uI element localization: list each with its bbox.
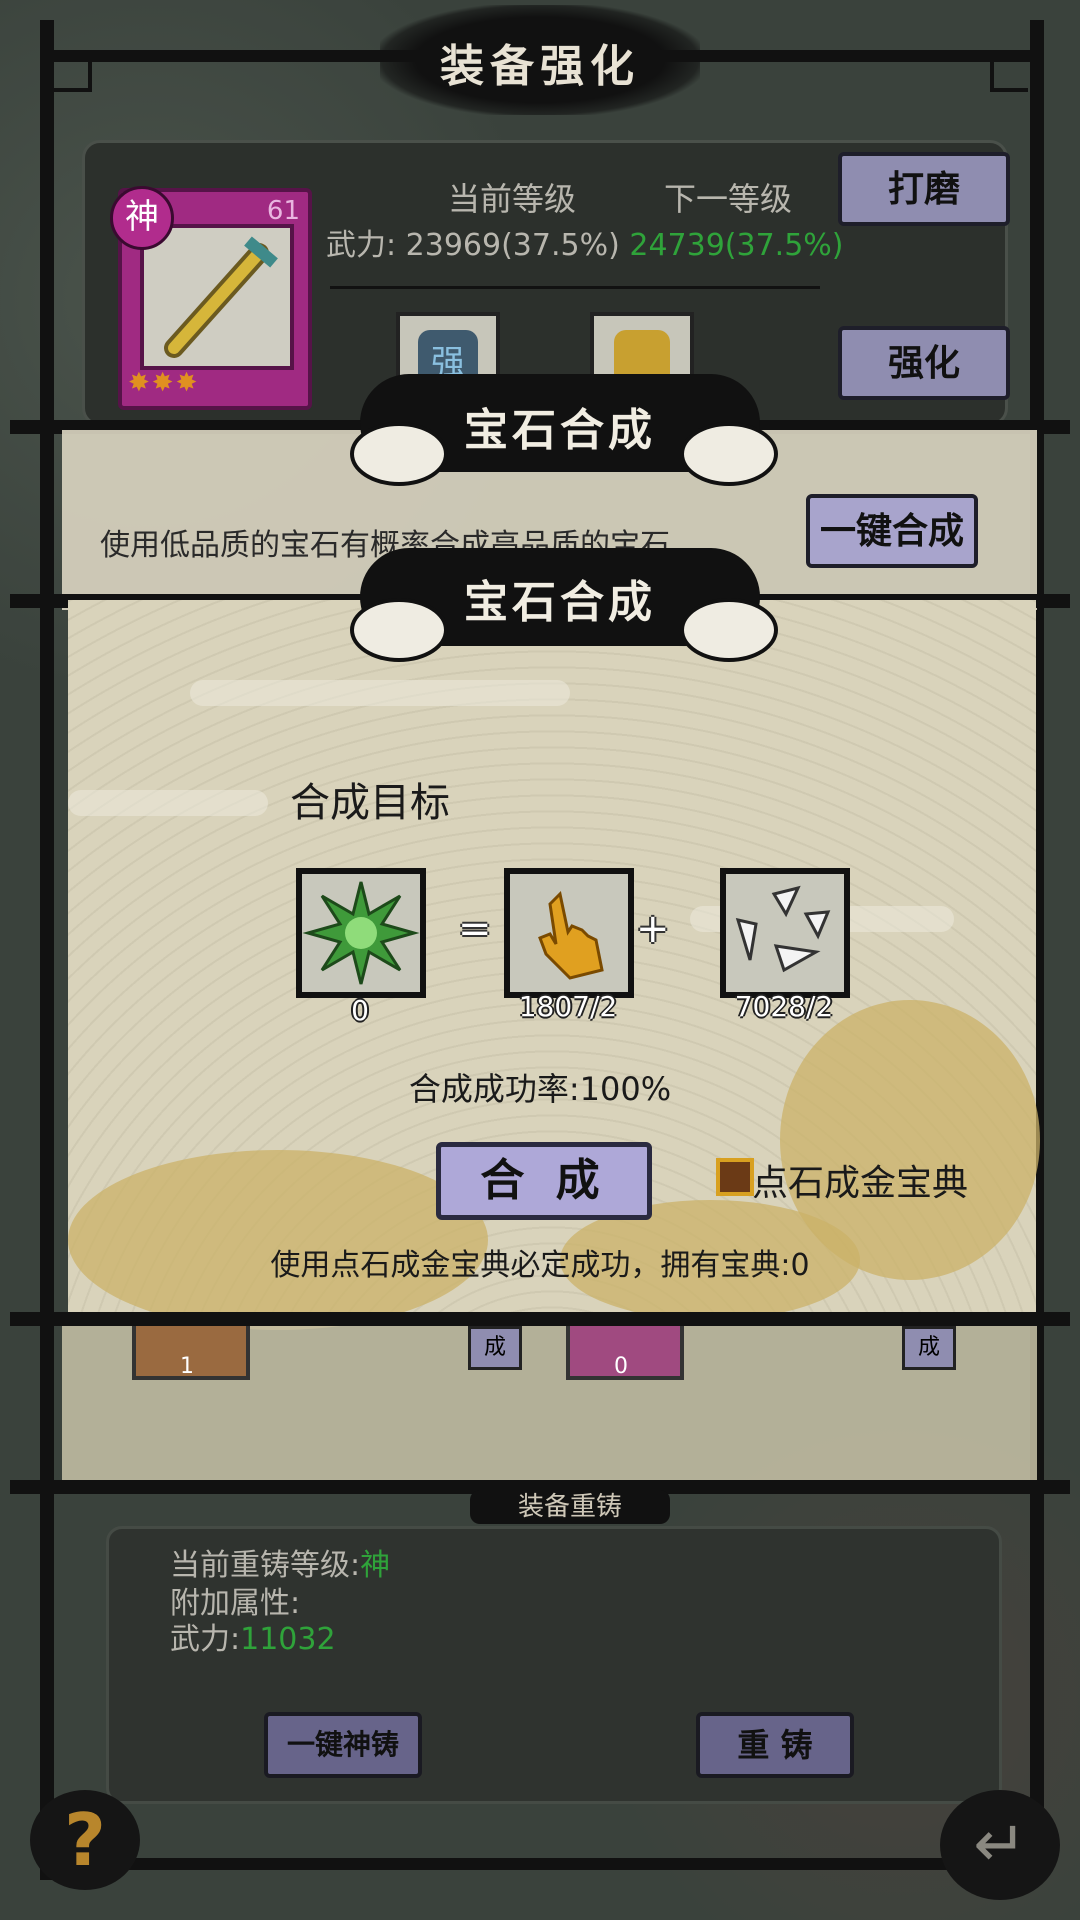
equipment-image xyxy=(140,224,294,370)
recast-header: 装备重铸 xyxy=(470,1490,670,1524)
back-icon[interactable]: ↵ xyxy=(940,1790,1060,1900)
material-1-count: 1807/2 xyxy=(518,990,618,1023)
compose-target-label: 合成目标 xyxy=(290,780,450,826)
polish-button[interactable]: 打磨 xyxy=(838,152,1010,226)
star-rating: ✸✸✸ xyxy=(128,368,200,398)
material-2-count: 7028/2 xyxy=(734,990,834,1023)
current-level-label: 当前等级 xyxy=(448,180,577,218)
page-title: 装备强化 xyxy=(440,41,640,92)
material-slot-2[interactable] xyxy=(720,868,850,998)
material-slot-1[interactable] xyxy=(504,868,634,998)
golden-touch-checkbox[interactable] xyxy=(716,1158,754,1196)
target-count: 0 xyxy=(351,994,369,1027)
power-current: 23969(37.5%) xyxy=(405,228,620,263)
front-panel-bottom-border xyxy=(10,1312,1070,1326)
frame-corner-tr xyxy=(990,54,1028,92)
recast-level-value: 神 xyxy=(360,1548,391,1583)
gem-item-a-count: 1 xyxy=(180,1354,194,1379)
target-gem-slot[interactable] xyxy=(296,868,426,998)
crystal-shards-icon xyxy=(735,885,831,973)
enhance-button[interactable]: 强化 xyxy=(838,326,1010,400)
equipment-level: 61 xyxy=(266,196,300,226)
divider xyxy=(330,286,820,289)
equals-sign: = xyxy=(458,906,492,952)
help-icon[interactable]: ? xyxy=(30,1790,140,1890)
frame-bottom xyxy=(40,1858,1044,1870)
recast-power-label: 武力: xyxy=(170,1622,241,1657)
equipment-card[interactable]: 神 61 ✸✸✸ xyxy=(110,186,312,410)
gem-item-b-compose-button[interactable]: 成 xyxy=(902,1326,956,1370)
gem-item-b-count: 0 xyxy=(614,1354,628,1379)
one-key-divine-button[interactable]: 一键神铸 xyxy=(264,1712,422,1778)
golden-touch-label[interactable]: 点石成金宝典 xyxy=(752,1154,968,1206)
plus-sign: + xyxy=(636,906,670,952)
recast-button[interactable]: 重 铸 xyxy=(696,1712,854,1778)
frame-corner-tl xyxy=(54,54,92,92)
recast-power-value: 11032 xyxy=(240,1622,336,1657)
green-gem-icon xyxy=(302,881,420,985)
compose-hint: 使用点石成金宝典必定成功，拥有宝典:0 xyxy=(270,1248,810,1283)
decor-stripe-2 xyxy=(68,790,268,816)
gem-item-a-compose-button[interactable]: 成 xyxy=(468,1326,522,1370)
front-banner-title: 宝石合成 xyxy=(464,577,656,628)
success-rate: 合成成功率:100% xyxy=(408,1070,672,1108)
compose-button[interactable]: 合 成 xyxy=(436,1142,652,1220)
one-key-compose-button[interactable]: 一键合成 xyxy=(806,494,978,568)
quality-badge: 神 xyxy=(110,186,174,250)
sword-icon xyxy=(164,236,278,358)
decor-stripe-1 xyxy=(190,680,570,706)
next-level-label: 下一等级 xyxy=(664,180,793,218)
power-label: 武力: xyxy=(326,228,397,263)
power-next: 24739(37.5%) xyxy=(629,228,844,263)
back-banner-title: 宝石合成 xyxy=(464,405,656,456)
frame-left xyxy=(40,20,54,1880)
golden-finger-icon xyxy=(538,890,604,980)
